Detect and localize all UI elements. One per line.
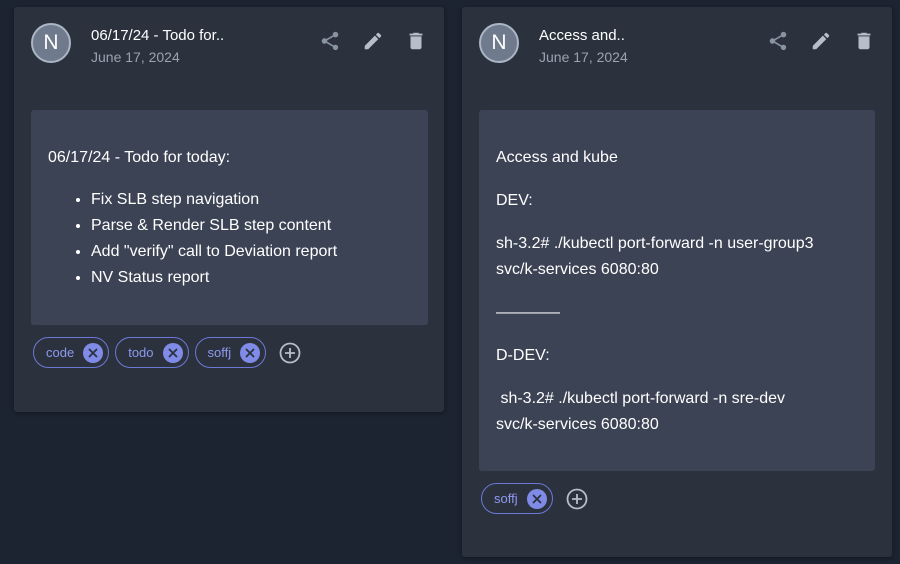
delete-icon (857, 32, 871, 50)
close-icon (245, 348, 255, 357)
share-button[interactable] (766, 29, 790, 53)
tag-chip[interactable]: soffj (194, 337, 267, 368)
share-button[interactable] (318, 29, 342, 53)
share-icon (769, 31, 787, 51)
note-line: D-DEV: (496, 347, 550, 364)
note-heading: 06/17/24 - Todo for today: (48, 149, 231, 166)
delete-icon (409, 32, 423, 50)
tag-label: todo (128, 345, 154, 360)
note-content: 06/17/24 - Todo for today: Fix SLB step … (31, 110, 428, 325)
tag-chip[interactable]: soffj (481, 483, 553, 514)
note-line: svc/k-services 6080:80 (496, 261, 659, 278)
share-icon (321, 31, 339, 51)
close-icon (532, 494, 542, 503)
edit-button[interactable] (361, 29, 385, 53)
card-header: N 06/17/24 - Todo for.. June 17, 2024 (31, 23, 428, 71)
close-icon (168, 348, 177, 357)
delete-button[interactable] (852, 29, 876, 53)
tag-label: code (46, 345, 75, 360)
note-line: ———— (496, 304, 560, 321)
note-card: N 06/17/24 - Todo for.. June 17, 2024 06… (14, 7, 444, 412)
tag-list: soffj (481, 483, 589, 514)
note-line: sh-3.2# ./kubectl port-forward -n sre-de… (496, 390, 786, 407)
tag-remove-button[interactable] (162, 342, 183, 363)
note-title: 06/17/24 - Todo for.. (91, 27, 225, 44)
note-line: Access and kube (496, 149, 618, 166)
add-circle-icon (566, 488, 588, 509)
delete-button[interactable] (404, 29, 428, 53)
avatar[interactable]: N (479, 23, 519, 63)
note-card: N Access and.. June 17, 2024 Access and … (462, 7, 892, 557)
note-title: Access and.. (539, 27, 625, 44)
list-item: Fix SLB step navigation (91, 187, 337, 213)
edit-icon (812, 32, 830, 50)
tag-remove-button[interactable] (83, 342, 104, 363)
list-item: Parse & Render SLB step content (91, 213, 337, 239)
note-date: June 17, 2024 (539, 49, 628, 65)
tag-label: soffj (494, 491, 518, 506)
close-icon (88, 348, 98, 357)
note-line: DEV: (496, 192, 533, 209)
list-item: NV Status report (91, 265, 337, 291)
tag-list: code todo soffj (33, 337, 302, 368)
edit-icon (364, 32, 382, 50)
list-item: Add "verify" call to Deviation report (91, 239, 337, 265)
tag-chip[interactable]: code (33, 337, 110, 368)
note-date: June 17, 2024 (91, 49, 180, 65)
tag-remove-button[interactable] (526, 488, 547, 509)
tag-label: soffj (207, 345, 232, 360)
avatar[interactable]: N (31, 23, 71, 63)
note-line: svc/k-services 6080:80 (496, 416, 659, 433)
note-line: sh-3.2# ./kubectl port-forward -n user-g… (496, 235, 814, 252)
card-header: N Access and.. June 17, 2024 (479, 23, 876, 71)
add-tag-button[interactable] (278, 341, 302, 365)
todo-list: Fix SLB step navigation Parse & Render S… (75, 187, 337, 291)
card-actions (299, 29, 428, 53)
note-content: Access and kube DEV: sh-3.2# ./kubectl p… (479, 110, 875, 471)
tag-chip[interactable]: todo (115, 337, 189, 368)
edit-button[interactable] (809, 29, 833, 53)
tag-remove-button[interactable] (240, 342, 261, 363)
add-circle-icon (279, 342, 301, 363)
card-actions (747, 29, 876, 53)
add-tag-button[interactable] (565, 487, 589, 511)
